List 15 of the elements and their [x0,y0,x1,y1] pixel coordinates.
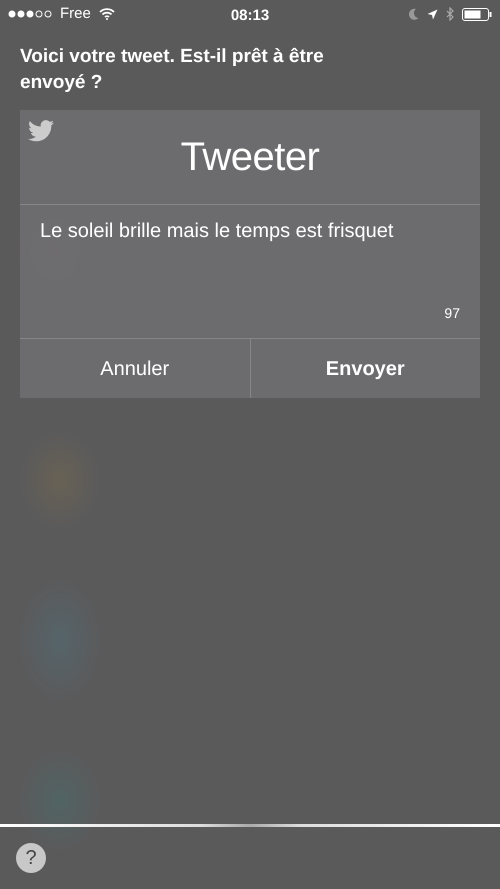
bluetooth-icon [446,7,454,21]
location-arrow-icon [427,8,438,20]
clock-time: 08:13 [230,7,270,24]
wifi-icon [98,8,115,20]
bird-icon [28,120,54,142]
battery-icon [462,8,492,20]
tweet-text[interactable]: Le soleil brille mais le temps est frisquet [40,217,420,246]
help-button[interactable]: ? [16,843,46,873]
character-counter: 97 [444,304,460,323]
card-title: Tweeter [180,134,320,181]
carrier-name: Free [60,4,91,24]
moon-icon [409,8,419,20]
send-button[interactable]: Envoyer [250,339,480,398]
siri-prompt: Voici votre tweet. Est-il prêt à être envoyé ? [19,45,325,95]
cancel-button[interactable]: Annuler [20,339,250,398]
